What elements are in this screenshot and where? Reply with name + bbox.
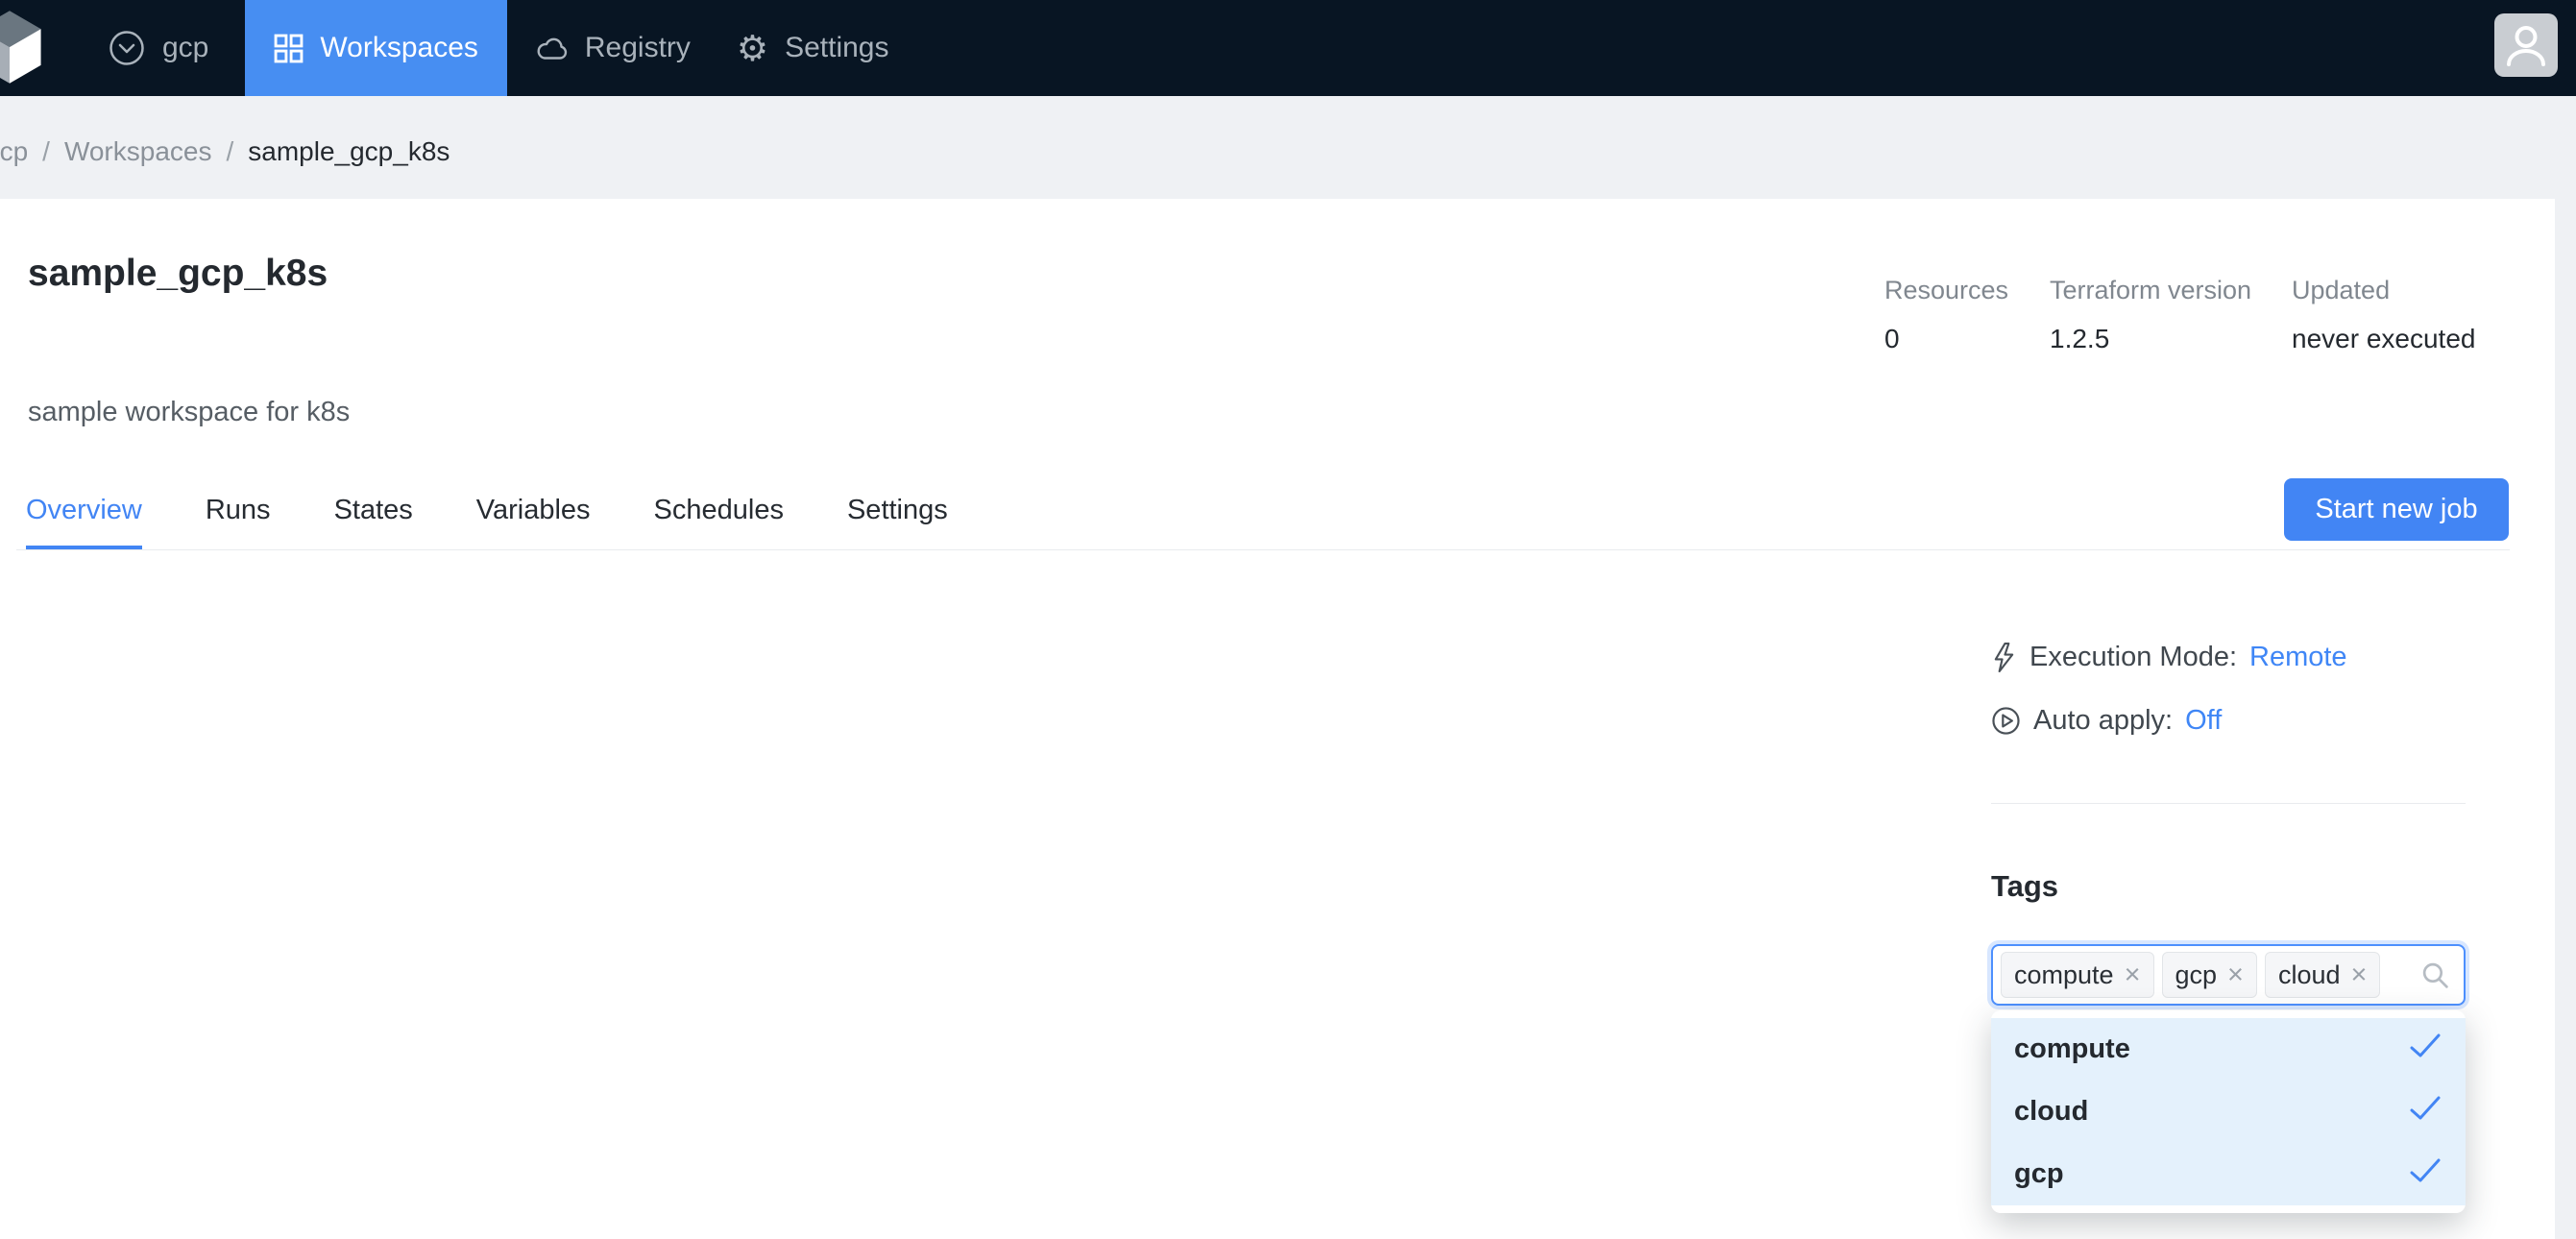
- breadcrumb-separator: /: [42, 136, 50, 167]
- page-title: sample_gcp_k8s: [28, 253, 328, 295]
- section-divider: [1991, 803, 2466, 804]
- nav-item-label: Settings: [785, 32, 888, 64]
- tag-chip-label: compute: [2014, 960, 2114, 990]
- search-icon: [2420, 960, 2450, 990]
- breadcrumb-current: sample_gcp_k8s: [248, 136, 450, 167]
- nav-menu: gcp Workspaces Registry ⚙ S: [85, 0, 2576, 96]
- nav-item-label: Registry: [585, 32, 691, 64]
- person-icon: [2494, 12, 2558, 80]
- tab-overview[interactable]: Overview: [26, 471, 142, 549]
- auto-apply-value[interactable]: Off: [2185, 705, 2222, 737]
- play-circle-icon: [1991, 706, 2021, 736]
- nav-item-label: Workspaces: [320, 32, 478, 64]
- tag-chip-label: cloud: [2278, 960, 2341, 990]
- stat-value: 0: [1884, 324, 2050, 354]
- check-icon: [2408, 1094, 2442, 1130]
- tag-chip-cloud: cloud ×: [2265, 952, 2380, 998]
- tab-variables[interactable]: Variables: [476, 471, 591, 549]
- tags-heading: Tags: [1991, 869, 2058, 904]
- stat-label: Terraform version: [2050, 276, 2292, 305]
- user-avatar[interactable]: [2494, 13, 2558, 77]
- execution-mode-value[interactable]: Remote: [2249, 642, 2347, 673]
- tab-bar: Overview Runs States Variables Schedules…: [16, 471, 2510, 550]
- chevron-circle-icon: [108, 29, 146, 67]
- dropdown-option-compute[interactable]: compute: [1991, 1018, 2466, 1081]
- breadcrumb: gcp / Workspaces / sample_gcp_k8s: [0, 96, 2576, 199]
- stat-terraform-version: Terraform version 1.2.5: [2050, 276, 2292, 354]
- nav-item-label: gcp: [162, 32, 208, 64]
- stat-resources: Resources 0: [1884, 276, 2050, 354]
- nav-item-settings[interactable]: ⚙ Settings: [714, 0, 912, 96]
- remove-tag-icon[interactable]: ×: [2227, 961, 2244, 989]
- stat-label: Updated: [2292, 276, 2522, 305]
- tag-chip-gcp: gcp ×: [2162, 952, 2257, 998]
- dropdown-option-cloud[interactable]: cloud: [1991, 1081, 2466, 1143]
- auto-apply-label: Auto apply:: [2033, 705, 2173, 737]
- remove-tag-icon[interactable]: ×: [2125, 961, 2141, 989]
- start-new-job-button[interactable]: Start new job: [2284, 478, 2509, 541]
- dropdown-option-gcp[interactable]: gcp: [1991, 1143, 2466, 1205]
- tab-schedules[interactable]: Schedules: [654, 471, 784, 549]
- tab-runs[interactable]: Runs: [206, 471, 271, 549]
- tab-settings[interactable]: Settings: [847, 471, 948, 549]
- stat-updated: Updated never executed: [2292, 276, 2522, 354]
- nav-item-workspaces[interactable]: Workspaces: [245, 0, 507, 96]
- tags-input[interactable]: compute × gcp × cloud ×: [1991, 944, 2466, 1006]
- grid-icon: [274, 34, 304, 63]
- execution-mode-label: Execution Mode:: [2029, 642, 2237, 673]
- remove-tag-icon[interactable]: ×: [2351, 961, 2368, 989]
- workspace-description: sample workspace for k8s: [28, 397, 350, 428]
- breadcrumb-workspaces[interactable]: Workspaces: [64, 136, 212, 167]
- stat-value: 1.2.5: [2050, 324, 2292, 354]
- gear-icon: ⚙: [737, 31, 768, 66]
- dropdown-option-label: cloud: [2014, 1096, 2088, 1128]
- nav-item-account[interactable]: gcp: [85, 0, 231, 96]
- stat-label: Resources: [1884, 276, 2050, 305]
- tags-dropdown: compute cloud gcp: [1991, 1010, 2466, 1213]
- execution-mode-row: Execution Mode: Remote: [1991, 642, 2347, 673]
- workspace-page: sample_gcp_k8s Resources 0 Terraform ver…: [0, 199, 2555, 1239]
- auto-apply-row: Auto apply: Off: [1991, 705, 2222, 737]
- tag-chip-compute: compute ×: [2001, 952, 2154, 998]
- workspace-stats: Resources 0 Terraform version 1.2.5 Upda…: [1884, 276, 2522, 354]
- top-nav: gcp Workspaces Registry ⚙ S: [0, 0, 2576, 96]
- breadcrumb-separator: /: [226, 136, 233, 167]
- stat-value: never executed: [2292, 324, 2522, 354]
- tab-states[interactable]: States: [334, 471, 413, 549]
- dropdown-option-label: gcp: [2014, 1158, 2064, 1190]
- tag-chip-label: gcp: [2175, 960, 2218, 990]
- lightning-icon: [1991, 642, 2017, 673]
- check-icon: [2408, 1032, 2442, 1068]
- nav-item-registry[interactable]: Registry: [513, 0, 714, 96]
- cloud-icon: [536, 36, 569, 61]
- dropdown-option-label: compute: [2014, 1033, 2130, 1065]
- breadcrumb-account[interactable]: gcp: [0, 136, 28, 167]
- check-icon: [2408, 1156, 2442, 1193]
- app-logo-icon[interactable]: [0, 6, 50, 88]
